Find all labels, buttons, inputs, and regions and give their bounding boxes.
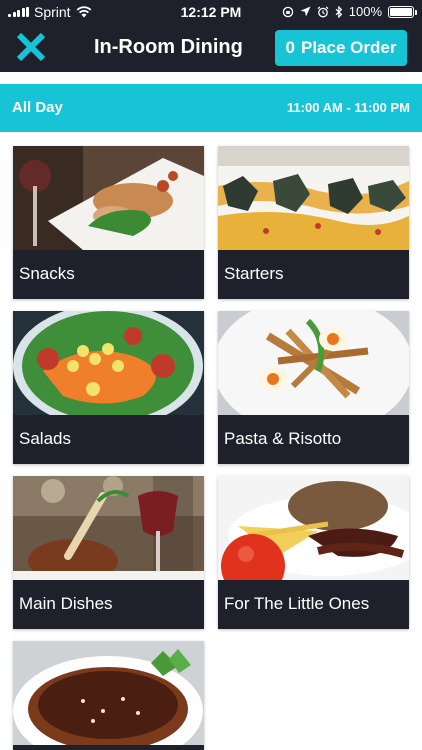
category-label: Main Dishes: [19, 594, 113, 613]
place-order-label: Place Order: [301, 38, 397, 57]
for-the-little-ones-photo: [218, 476, 409, 580]
menu-period-banner: All Day 11:00 AM - 11:00 PM: [0, 84, 422, 132]
order-count: 0: [285, 38, 295, 57]
top-bar: Sprint 12:12 PM 100% In-Room Dining 0 Pl…: [0, 0, 422, 72]
orientation-lock-icon: [282, 6, 293, 17]
category-label: Starters: [224, 264, 284, 283]
app-header: In-Room Dining 0 Place Order: [0, 24, 422, 72]
category-label: Snacks: [19, 264, 75, 283]
bluetooth-icon: [335, 5, 343, 18]
dessert-photo: [13, 641, 204, 745]
status-bar: Sprint 12:12 PM 100%: [0, 0, 422, 24]
salads-photo: [13, 311, 204, 415]
close-icon[interactable]: [14, 30, 48, 64]
battery-icon: [388, 5, 417, 18]
category-label: Pasta & Risotto: [224, 429, 342, 448]
alarm-icon: [317, 6, 329, 17]
main-dishes-photo: [13, 476, 204, 580]
category-card-snacks[interactable]: Snacks: [13, 146, 204, 299]
menu-period: All Day: [12, 99, 63, 116]
page-title: In-Room Dining: [94, 36, 243, 58]
category-card-pasta-risotto[interactable]: Pasta & Risotto: [218, 311, 409, 464]
category-card-for-the-little-ones[interactable]: For The Little Ones: [218, 476, 409, 629]
battery-percent: 100%: [348, 4, 382, 19]
category-card-starters[interactable]: Starters: [218, 146, 409, 299]
category-card-main-dishes[interactable]: Main Dishes: [13, 476, 204, 629]
category-label: Salads: [19, 429, 71, 448]
starters-photo: [218, 146, 409, 250]
pasta-risotto-photo: [218, 311, 409, 415]
menu-hours: 11:00 AM - 11:00 PM: [286, 100, 410, 115]
location-icon: [300, 6, 311, 17]
category-card-salads[interactable]: Salads: [13, 311, 204, 464]
category-label: For The Little Ones: [224, 594, 370, 613]
snacks-photo: [13, 146, 204, 250]
place-order-button[interactable]: 0 Place Order: [275, 30, 407, 66]
category-card-dessert[interactable]: [13, 641, 204, 750]
